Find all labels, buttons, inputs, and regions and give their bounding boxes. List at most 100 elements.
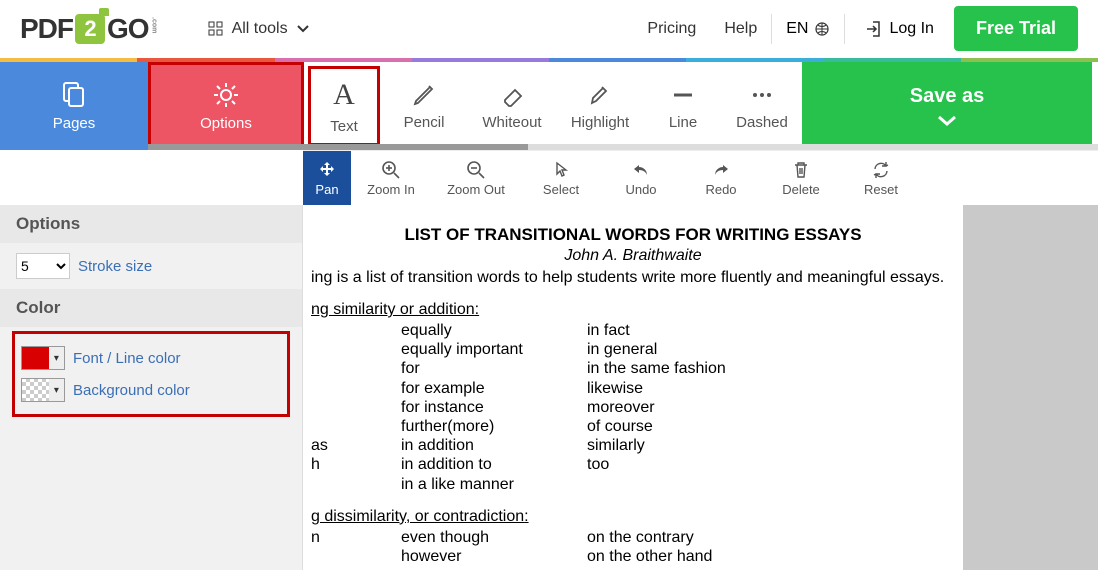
all-tools-dropdown[interactable]: All tools	[208, 20, 310, 38]
reset-icon	[871, 160, 891, 180]
page-margin	[963, 205, 1091, 570]
pages-button[interactable]: Pages	[0, 62, 148, 150]
undo-button[interactable]: Undo	[601, 151, 681, 205]
dashed-label: Dashed	[736, 114, 788, 131]
highlighter-icon	[587, 82, 613, 108]
language-button[interactable]: EN	[771, 14, 845, 44]
logo-two: 2	[75, 14, 105, 44]
doc-cols-2: n even thoughhowever on the contraryon t…	[311, 528, 955, 566]
stroke-size-select[interactable]: 5	[16, 253, 70, 279]
color-section-highlight: ▾ Font / Line color ▾ Background color	[12, 331, 290, 417]
trash-icon	[791, 160, 811, 180]
pan-button[interactable]: Pan	[303, 151, 351, 205]
doc-intro: ing is a list of transition words to hel…	[311, 269, 955, 287]
body: Options 5 Stroke size Color ▾ Font / Lin…	[0, 205, 1098, 570]
pencil-icon	[411, 82, 437, 108]
sub-toolbar: Pan Zoom In Zoom Out Select Undo Redo De…	[303, 150, 1098, 205]
gear-icon	[212, 81, 240, 109]
delete-button[interactable]: Delete	[761, 151, 841, 205]
toolbar-scrollbar[interactable]	[148, 144, 1098, 150]
stroke-size-row: 5 Stroke size	[0, 243, 302, 289]
globe-icon	[814, 21, 830, 37]
chevron-down-icon	[296, 22, 310, 36]
select-button[interactable]: Select	[521, 151, 601, 205]
font-color-picker[interactable]: ▾	[21, 346, 65, 370]
text-label: Text	[330, 118, 358, 135]
login-label: Log In	[889, 20, 933, 38]
stroke-size-label: Stroke size	[78, 258, 152, 275]
highlight-tool-button[interactable]: Highlight	[556, 62, 644, 150]
line-icon	[670, 82, 696, 108]
line-label: Line	[669, 114, 697, 131]
bg-color-picker[interactable]: ▾	[21, 378, 65, 402]
grid-icon	[208, 21, 224, 37]
dashed-icon	[749, 82, 775, 108]
dropdown-arrow-icon: ▾	[49, 347, 64, 369]
zoom-out-button[interactable]: Zoom Out	[431, 151, 521, 205]
chevron-down-icon	[936, 114, 958, 128]
undo-icon	[631, 160, 651, 180]
font-color-row: ▾ Font / Line color	[19, 342, 283, 374]
dropdown-arrow-icon: ▾	[49, 379, 64, 401]
redo-label: Redo	[705, 182, 736, 197]
pan-label: Pan	[315, 182, 338, 197]
free-trial-button[interactable]: Free Trial	[954, 6, 1078, 51]
help-link[interactable]: Help	[724, 20, 757, 38]
color-header: Color	[0, 289, 302, 327]
bg-color-row: ▾ Background color	[19, 374, 283, 406]
document-page: LIST OF TRANSITIONAL WORDS FOR WRITING E…	[303, 205, 963, 570]
zoom-in-icon	[381, 160, 401, 180]
options-button[interactable]: Options	[148, 62, 304, 150]
document-area[interactable]: LIST OF TRANSITIONAL WORDS FOR WRITING E…	[303, 205, 1098, 570]
whiteout-label: Whiteout	[482, 114, 541, 131]
pages-label: Pages	[53, 115, 96, 132]
pricing-link[interactable]: Pricing	[647, 20, 696, 38]
save-as-label: Save as	[910, 85, 985, 108]
pan-icon	[317, 160, 337, 180]
logo-com: .com	[151, 17, 158, 33]
eraser-icon	[499, 82, 525, 108]
logo-go: GO	[107, 13, 149, 45]
sidebar: Options 5 Stroke size Color ▾ Font / Lin…	[0, 205, 303, 570]
doc-section-2: g dissimilarity, or contradiction:	[311, 508, 955, 526]
login-button[interactable]: Log In	[865, 20, 933, 38]
save-as-button[interactable]: Save as	[802, 62, 1092, 150]
reset-label: Reset	[864, 182, 898, 197]
undo-label: Undo	[625, 182, 656, 197]
bg-color-swatch	[22, 379, 49, 401]
font-color-label: Font / Line color	[73, 350, 181, 367]
dashed-tool-button[interactable]: Dashed	[722, 62, 802, 150]
delete-label: Delete	[782, 182, 820, 197]
whiteout-tool-button[interactable]: Whiteout	[468, 62, 556, 150]
doc-author: John A. Braithwaite	[311, 247, 955, 265]
options-label: Options	[200, 115, 252, 132]
highlight-label: Highlight	[571, 114, 629, 131]
redo-button[interactable]: Redo	[681, 151, 761, 205]
font-color-swatch	[22, 347, 49, 369]
login-icon	[865, 20, 883, 38]
main-toolbar: Pages Options A Text Pencil Whiteout Hig…	[0, 62, 1098, 150]
zoom-in-label: Zoom In	[367, 182, 415, 197]
doc-section-1: ng similarity or addition:	[311, 301, 955, 319]
select-icon	[551, 160, 571, 180]
line-tool-button[interactable]: Line	[644, 62, 722, 150]
bg-color-label: Background color	[73, 382, 190, 399]
language-label: EN	[786, 20, 808, 38]
doc-title: LIST OF TRANSITIONAL WORDS FOR WRITING E…	[311, 225, 955, 245]
doc-cols-1: ash equallyequally importantforfor examp…	[311, 321, 955, 494]
options-header: Options	[0, 205, 302, 243]
zoom-out-icon	[466, 160, 486, 180]
top-nav: PDF 2 GO .com All tools Pricing Help EN …	[0, 0, 1098, 58]
all-tools-label: All tools	[232, 20, 288, 38]
pencil-label: Pencil	[404, 114, 445, 131]
reset-button[interactable]: Reset	[841, 151, 921, 205]
redo-icon	[711, 160, 731, 180]
text-tool-button[interactable]: A Text	[308, 66, 380, 146]
pencil-tool-button[interactable]: Pencil	[380, 62, 468, 150]
zoom-in-button[interactable]: Zoom In	[351, 151, 431, 205]
text-icon: A	[333, 78, 355, 112]
zoom-out-label: Zoom Out	[447, 182, 505, 197]
logo-pdf: PDF	[20, 13, 73, 45]
pages-icon	[60, 81, 88, 109]
logo[interactable]: PDF 2 GO .com	[20, 13, 158, 45]
